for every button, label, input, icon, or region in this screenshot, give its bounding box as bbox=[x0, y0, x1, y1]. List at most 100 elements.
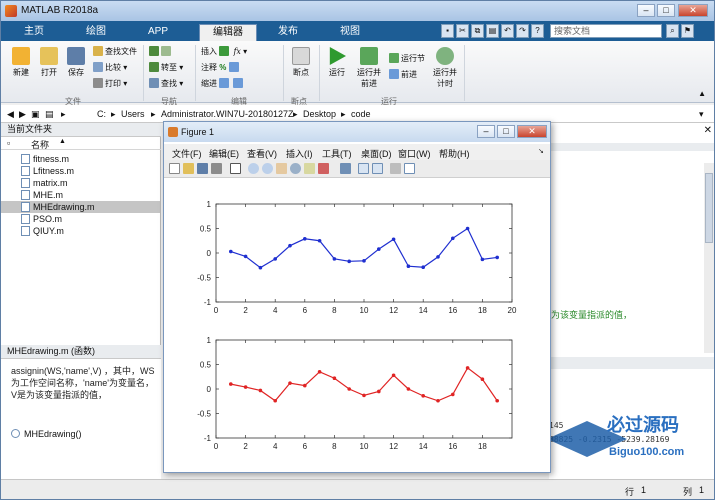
notification-icon[interactable]: ⚑ bbox=[681, 24, 694, 38]
figure-icon bbox=[168, 127, 178, 137]
open-button[interactable]: 打开 bbox=[38, 47, 60, 78]
file-name: MHEdrawing.m bbox=[33, 202, 95, 212]
column-header[interactable]: ▫ 名称 ▲ bbox=[1, 137, 161, 150]
menu-tools[interactable]: 工具(T) bbox=[322, 147, 352, 160]
compare-button[interactable]: 比较 ▾ bbox=[93, 62, 127, 73]
file-item[interactable]: fitness.m bbox=[21, 153, 160, 165]
new-figure-icon[interactable] bbox=[169, 163, 180, 174]
file-item[interactable]: Lfitness.m bbox=[21, 165, 160, 177]
search-icon[interactable]: ⌕ bbox=[666, 24, 679, 38]
menu-help[interactable]: 帮助(H) bbox=[439, 147, 470, 160]
print-button[interactable]: 打印 ▾ bbox=[93, 78, 127, 89]
rotate-icon[interactable] bbox=[290, 163, 301, 174]
menu-file[interactable]: 文件(F) bbox=[172, 147, 202, 160]
pan-icon[interactable] bbox=[276, 163, 287, 174]
path-segment[interactable]: Administrator.WIN7U-20180127Z bbox=[161, 109, 294, 119]
hide-tools-icon[interactable] bbox=[390, 163, 401, 174]
quick-help-icon[interactable]: ? bbox=[531, 24, 544, 38]
minimize-button[interactable]: – bbox=[637, 4, 655, 17]
zoom-out-icon[interactable] bbox=[262, 163, 273, 174]
data-point bbox=[465, 226, 470, 231]
file-item-selected[interactable]: MHEdrawing.m bbox=[1, 201, 160, 213]
address-dropdown-icon[interactable]: ▾ bbox=[699, 109, 704, 120]
tab-view[interactable]: 视图 bbox=[325, 24, 375, 41]
path-segment[interactable]: C: bbox=[97, 109, 106, 119]
find-button[interactable]: 查找 ▾ bbox=[149, 78, 183, 89]
new-button[interactable]: 新建 bbox=[10, 47, 32, 78]
close-button[interactable]: ✕ bbox=[678, 4, 708, 17]
up-folder-icon[interactable]: ▣ bbox=[31, 109, 40, 120]
column-name: 名称 bbox=[31, 140, 50, 150]
file-item[interactable]: PSO.m bbox=[21, 213, 160, 225]
maximize-button[interactable]: □ bbox=[657, 4, 675, 17]
run-section-button[interactable]: 运行节 bbox=[389, 53, 425, 64]
brush-icon[interactable] bbox=[318, 163, 329, 174]
menu-desktop[interactable]: 桌面(D) bbox=[361, 147, 392, 160]
legend-icon[interactable] bbox=[372, 163, 383, 174]
tab-apps[interactable]: APP bbox=[133, 24, 183, 41]
back-arrow-icon[interactable]: ◀ bbox=[7, 109, 14, 120]
tab-home[interactable]: 主页 bbox=[9, 24, 59, 41]
x-tick-label: 8 bbox=[332, 442, 337, 451]
path-segment[interactable]: Desktop bbox=[303, 109, 336, 119]
search-input[interactable]: 搜索文档 bbox=[550, 24, 662, 38]
open-file-icon[interactable] bbox=[183, 163, 194, 174]
figure-maximize-button[interactable]: □ bbox=[497, 125, 515, 138]
x-tick-label: 4 bbox=[273, 442, 278, 451]
quick-paste-icon[interactable]: ▤ bbox=[486, 24, 499, 38]
close-editor-icon[interactable]: ✕ bbox=[704, 125, 712, 136]
back-forward-nav[interactable] bbox=[149, 46, 173, 56]
vertical-scrollbar[interactable] bbox=[704, 163, 714, 353]
file-item[interactable]: MHE.m bbox=[21, 189, 160, 201]
link-plot-icon[interactable] bbox=[340, 163, 351, 174]
find-files-button[interactable]: 查找文件 bbox=[93, 46, 137, 57]
edit-plot-icon[interactable] bbox=[230, 163, 241, 174]
print-figure-icon[interactable] bbox=[211, 163, 222, 174]
quick-undo-icon[interactable]: ↶ bbox=[501, 24, 514, 38]
menu-insert[interactable]: 插入(I) bbox=[286, 147, 313, 160]
menu-window[interactable]: 窗口(W) bbox=[398, 147, 431, 160]
indent-button[interactable]: 缩进 bbox=[201, 78, 245, 89]
quick-copy-icon[interactable]: ⧉ bbox=[471, 24, 484, 38]
file-item[interactable]: QIUY.m bbox=[21, 225, 160, 237]
figure-minimize-button[interactable]: – bbox=[477, 125, 495, 138]
separator bbox=[195, 45, 196, 101]
scroll-thumb[interactable] bbox=[705, 173, 713, 243]
menu-edit[interactable]: 编辑(E) bbox=[209, 147, 239, 160]
quick-save-icon[interactable]: ▪ bbox=[441, 24, 454, 38]
menu-view[interactable]: 查看(V) bbox=[247, 147, 277, 160]
y-tick-label: -1 bbox=[204, 434, 212, 443]
forward-arrow-icon[interactable]: ▶ bbox=[19, 109, 26, 120]
run-and-advance-button[interactable]: 运行并 前进 bbox=[355, 47, 383, 89]
save-figure-icon[interactable] bbox=[197, 163, 208, 174]
details-description: assignin(WS,'name',V) ，其中，WS为工作空间名称，'nam… bbox=[11, 366, 155, 400]
function-entry[interactable]: MHEdrawing() bbox=[11, 429, 82, 439]
data-point bbox=[377, 247, 381, 251]
tab-publish[interactable]: 发布 bbox=[263, 24, 313, 41]
colorbar-icon[interactable] bbox=[358, 163, 369, 174]
tab-plots[interactable]: 绘图 bbox=[71, 24, 121, 41]
browse-folder-icon[interactable]: ▤ bbox=[45, 109, 54, 120]
path-segment[interactable]: Users bbox=[121, 109, 145, 119]
zoom-in-icon[interactable] bbox=[248, 163, 259, 174]
quick-redo-icon[interactable]: ↷ bbox=[516, 24, 529, 38]
show-tools-icon[interactable] bbox=[404, 163, 415, 174]
run-button[interactable]: 运行 bbox=[325, 47, 349, 78]
quick-cut-icon[interactable]: ✂ bbox=[456, 24, 469, 38]
collapse-ribbon-icon[interactable]: ▲ bbox=[698, 89, 706, 98]
x-tick-label: 4 bbox=[273, 306, 278, 315]
comment-button[interactable]: 注释 % bbox=[201, 62, 241, 73]
figure-close-button[interactable]: ✕ bbox=[517, 125, 547, 138]
x-tick-label: 10 bbox=[360, 442, 369, 451]
data-cursor-icon[interactable] bbox=[304, 163, 315, 174]
run-and-time-button[interactable]: 运行并 计时 bbox=[431, 47, 459, 89]
advance-button[interactable]: 前进 bbox=[389, 69, 417, 80]
goto-button[interactable]: 转至 ▾ bbox=[149, 62, 183, 73]
breakpoints-button[interactable]: 断点 bbox=[289, 47, 313, 78]
path-segment[interactable]: code bbox=[351, 109, 371, 119]
dock-arrow-icon[interactable]: ↘ bbox=[538, 147, 544, 155]
insert-button[interactable]: 插入 fx ▾ bbox=[201, 46, 247, 57]
save-button[interactable]: 保存 bbox=[65, 47, 87, 78]
file-item[interactable]: matrix.m bbox=[21, 177, 160, 189]
tab-editor[interactable]: 编辑器 bbox=[199, 24, 257, 41]
